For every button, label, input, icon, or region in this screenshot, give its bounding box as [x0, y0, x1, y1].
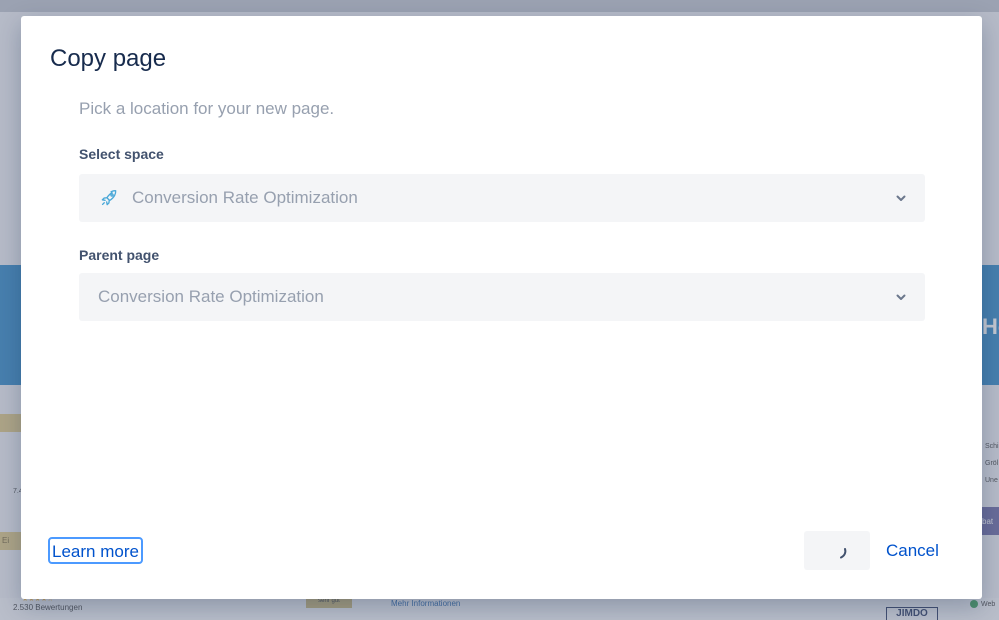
select-space-dropdown[interactable]: Conversion Rate Optimization [79, 174, 925, 222]
dialog-description: Pick a location for your new page. [79, 99, 335, 118]
rocket-icon [101, 190, 117, 206]
parent-page-dropdown[interactable]: Conversion Rate Optimization [79, 273, 925, 321]
select-space-label: Select space [79, 146, 164, 162]
selected-space-value: Conversion Rate Optimization [132, 188, 358, 207]
dialog-title: Copy page [50, 45, 167, 72]
cancel-button[interactable]: Cancel [886, 540, 939, 562]
chevron-down-icon [896, 294, 906, 300]
spinner-icon [840, 548, 847, 559]
parent-page-label: Parent page [79, 247, 160, 263]
learn-more-link[interactable]: Learn more [48, 537, 143, 564]
copy-button-loading[interactable] [804, 531, 870, 570]
copy-page-dialog: Copy page Pick a location for your new p… [21, 16, 982, 599]
selected-parent-page-value: Conversion Rate Optimization [98, 287, 324, 306]
chevron-down-icon [896, 195, 906, 201]
